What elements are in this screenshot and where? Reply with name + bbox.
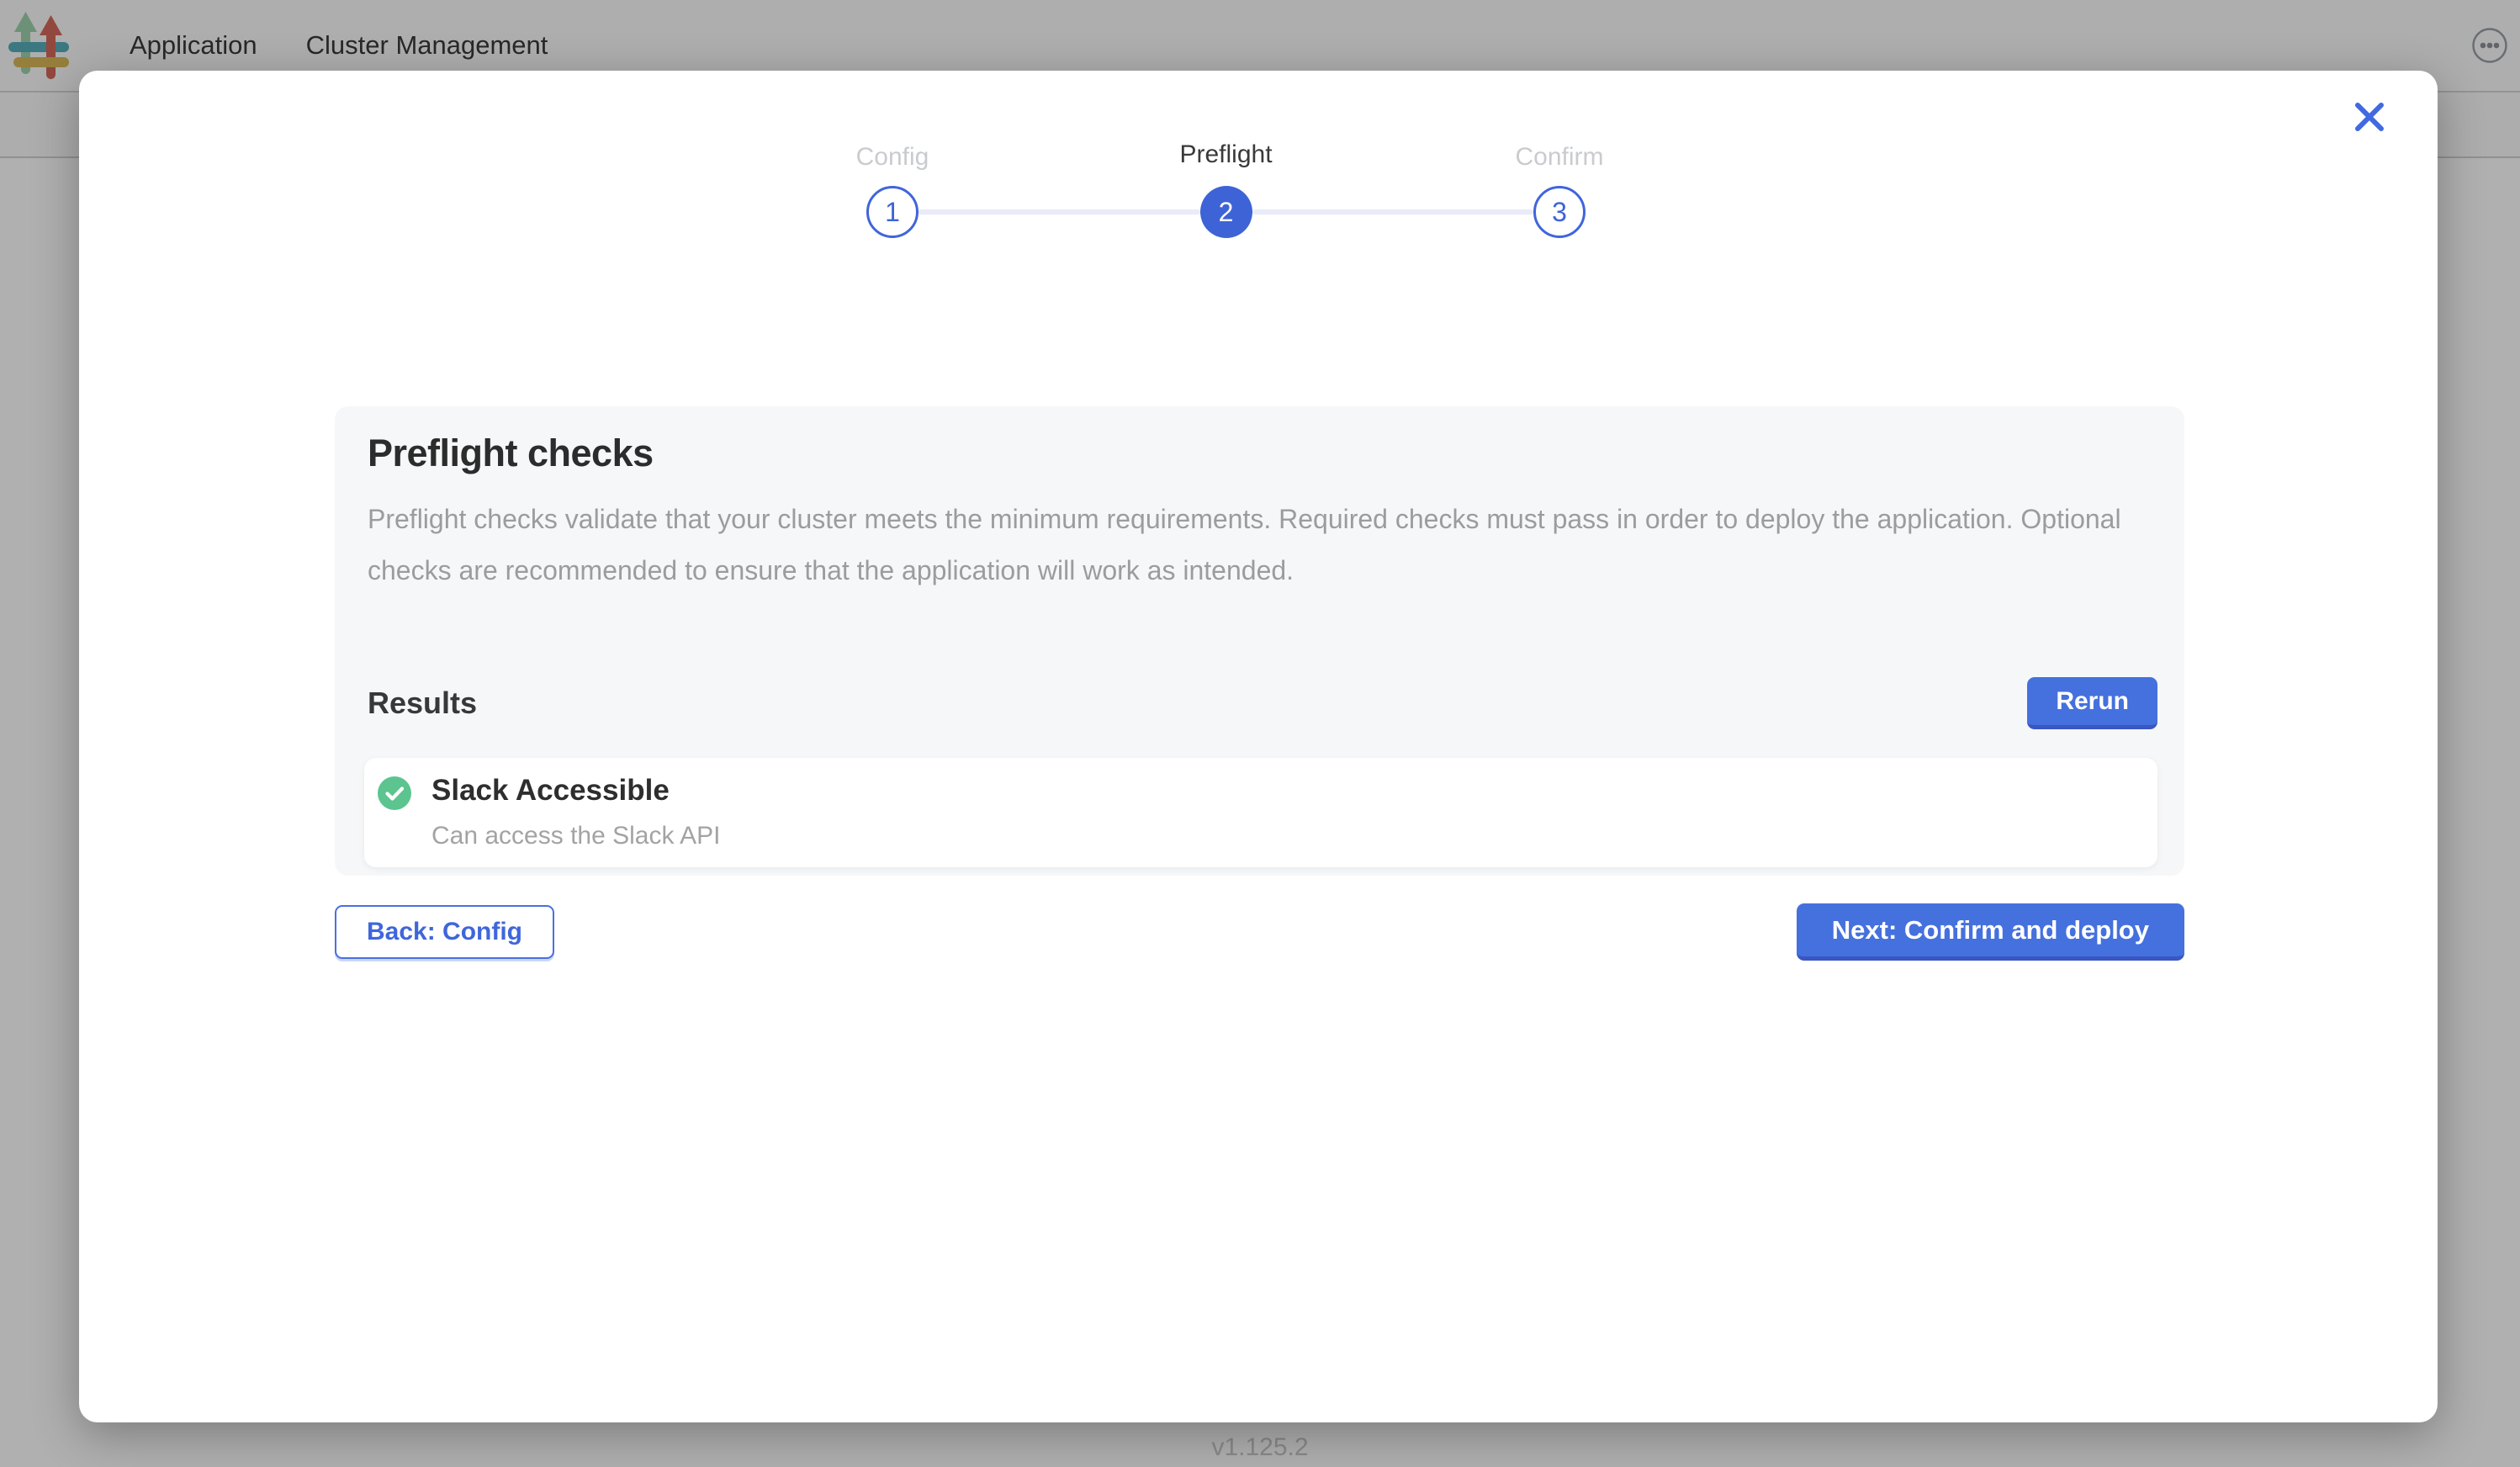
stepper: Config 1 Preflight 2 Confirm 3 [866, 186, 1586, 238]
rerun-button[interactable]: Rerun [2027, 677, 2157, 729]
close-icon[interactable] [2350, 98, 2389, 136]
check-text: Slack Accessible Can access the Slack AP… [431, 773, 721, 850]
next-button[interactable]: Next: Confirm and deploy [1797, 903, 2184, 961]
check-detail: Can access the Slack API [431, 822, 721, 850]
check-pass-icon [378, 776, 411, 810]
step-circle-config: Config 1 [866, 186, 919, 238]
step-number: 3 [1552, 197, 1567, 228]
results-row: Results Rerun [368, 677, 2157, 729]
step-label-config: Config [856, 143, 929, 172]
panel-description: Preflight checks validate that your clus… [368, 494, 2126, 596]
back-button[interactable]: Back: Config [335, 905, 554, 959]
step-number: 1 [885, 197, 900, 228]
check-title: Slack Accessible [431, 773, 721, 808]
modal-actions: Back: Config Next: Confirm and deploy [335, 903, 2184, 961]
step-number: 2 [1219, 197, 1234, 228]
step-label-preflight: Preflight [1179, 140, 1272, 169]
screen: Application Cluster Management v1.125.2 [0, 0, 2520, 1467]
step-circle-preflight: Preflight 2 [1200, 186, 1252, 238]
step-connector [919, 209, 1200, 214]
preflight-modal: Config 1 Preflight 2 Confirm 3 Preflight… [79, 71, 2438, 1422]
check-result-card: Slack Accessible Can access the Slack AP… [364, 758, 2157, 867]
step-circle-confirm: Confirm 3 [1533, 186, 1586, 238]
step-label-confirm: Confirm [1515, 143, 1603, 172]
step-connector [1252, 209, 1534, 214]
results-heading: Results [368, 686, 477, 721]
preflight-panel: Preflight checks Preflight checks valida… [335, 406, 2184, 876]
panel-title: Preflight checks [368, 432, 2157, 475]
